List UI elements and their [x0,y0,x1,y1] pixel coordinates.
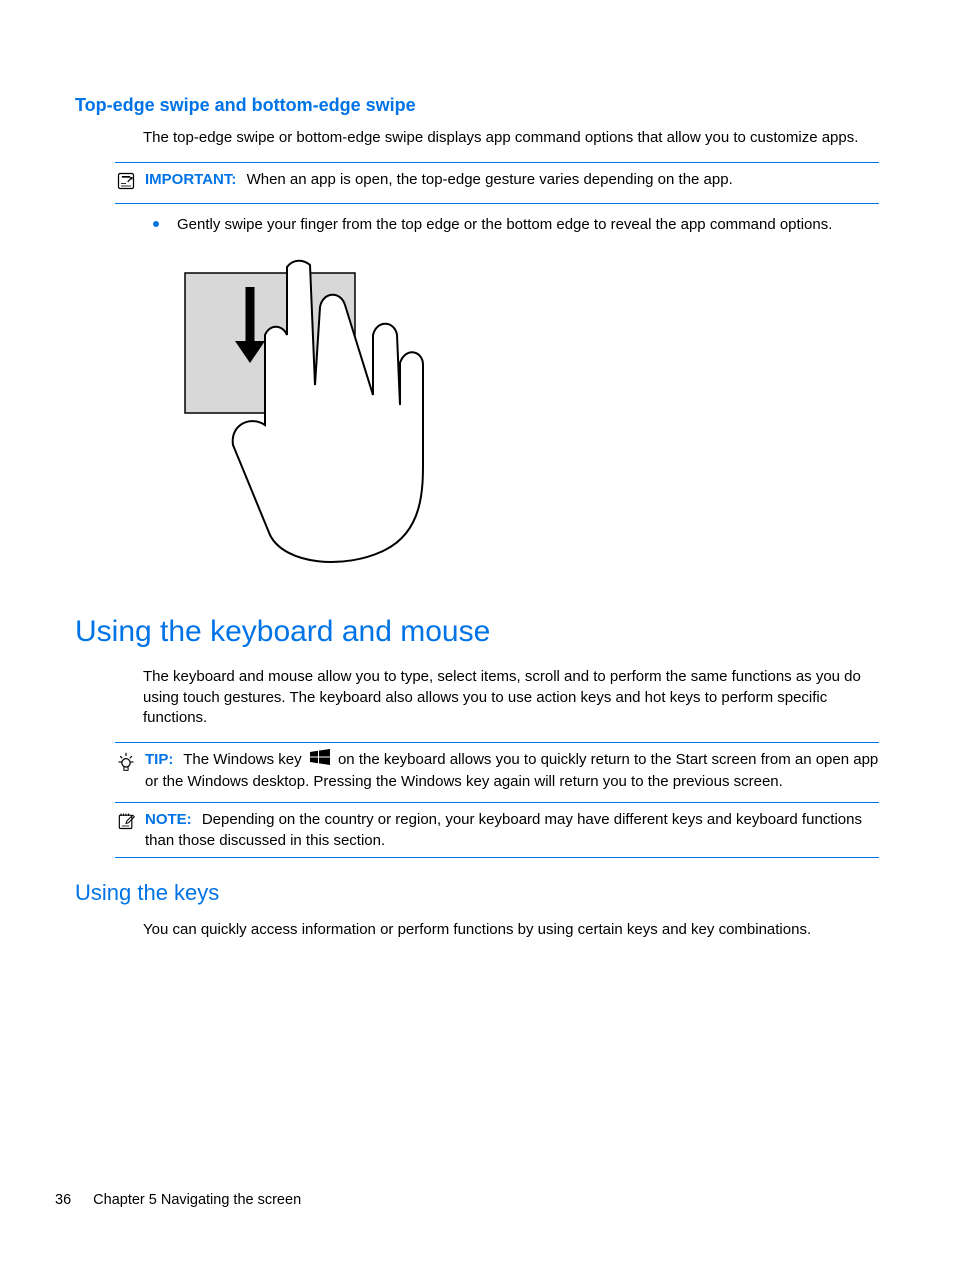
note-icon [116,811,136,837]
heading-using-the-keys: Using the keys [75,880,879,906]
tip-callout: TIP: The Windows key on the keyboard all… [115,742,879,802]
page-number: 36 [55,1192,71,1208]
chapter-title: Chapter 5 Navigating the screen [93,1192,301,1208]
heading-using-keyboard-mouse: Using the keyboard and mouse [75,615,879,649]
intro-paragraph-3: You can quickly access information or pe… [143,920,879,940]
heading-top-edge-swipe: Top-edge swipe and bottom-edge swipe [75,95,879,116]
note-callout: NOTE: Depending on the country or region… [115,802,879,858]
tip-label: TIP: [145,751,173,768]
note-text: Depending on the country or region, your… [145,811,862,849]
page-footer: 36 Chapter 5 Navigating the screen [55,1192,301,1208]
note-label: NOTE: [145,811,192,828]
tip-icon [116,751,136,779]
bullet-text: Gently swipe your finger from the top ed… [177,214,832,235]
gesture-illustration [175,255,465,575]
bullet-list-1: Gently swipe your finger from the top ed… [143,214,879,235]
bullet-dot-icon [153,221,159,227]
important-icon [116,171,136,197]
important-label: IMPORTANT: [145,171,236,188]
important-callout: IMPORTANT: When an app is open, the top-… [115,162,879,204]
important-text: When an app is open, the top-edge gestur… [247,171,733,188]
bullet-item: Gently swipe your finger from the top ed… [143,214,879,235]
intro-paragraph-1: The top-edge swipe or bottom-edge swipe … [143,128,879,148]
intro-paragraph-2: The keyboard and mouse allow you to type… [143,667,879,728]
tip-text-a: The Windows key [183,751,301,768]
windows-key-icon [310,749,330,771]
